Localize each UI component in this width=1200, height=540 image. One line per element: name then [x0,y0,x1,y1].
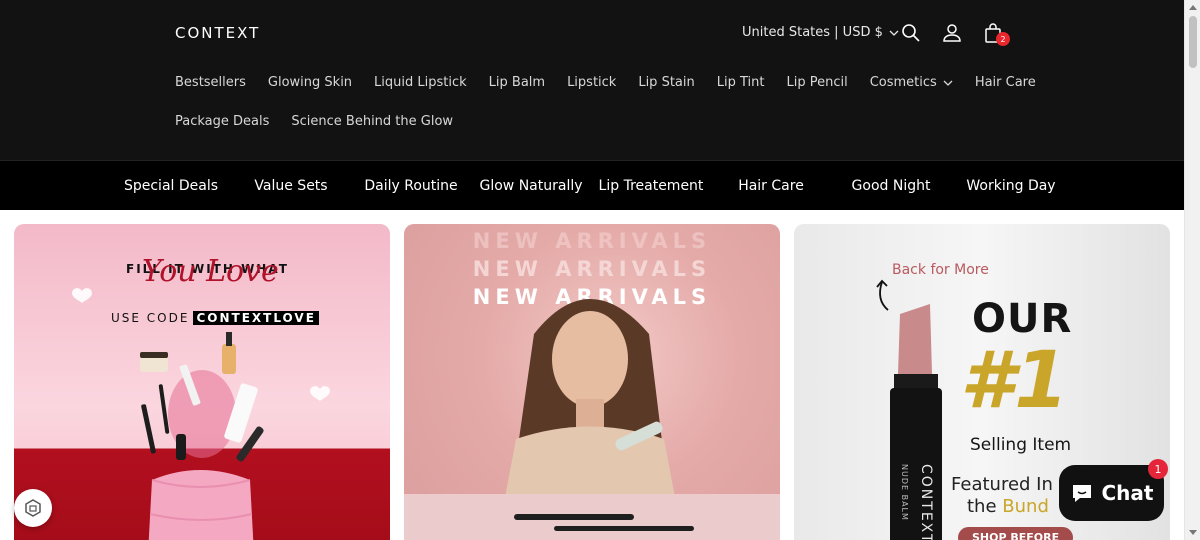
banner-number-one: #1 [960,336,1069,426]
nav-liquid-lipstick[interactable]: Liquid Lipstick [374,75,467,90]
rewards-widget-button[interactable] [14,489,52,527]
product-shade-text: NUDE BALM [900,464,909,521]
product-brand-text: CONTEXT [918,464,934,540]
site-logo[interactable]: CONTEXT [175,24,260,42]
cart-button[interactable]: 2 [980,20,1010,46]
chat-label: Chat [1101,481,1154,505]
locale-selector[interactable]: United States | USD $ [742,25,899,40]
user-icon [943,24,961,42]
banner-the-bundle: the Bund [967,496,1049,517]
nav-label: Lip Balm [488,75,546,90]
nav-hair-care[interactable]: Hair Care [975,75,1036,90]
nav-label: Science Behind the Glow [291,114,454,129]
nav-label: Hair Care [974,75,1036,90]
category-working-day[interactable]: Working Day [951,161,1071,211]
nav-label: Package Deals [175,114,270,129]
page: CONTEXT United States | USD $ 2 Bestsell… [0,0,1200,540]
category-bar: Special Deals Value Sets Daily Routine G… [0,160,1184,210]
nav-bestsellers[interactable]: Bestsellers [175,75,246,90]
locale-label: United States | USD $ [742,25,883,40]
banner-fill-it-with-love[interactable]: FILL IT WITH WHAT You Love USE CODE CONT… [14,224,390,540]
nav-lipstick[interactable]: Lipstick [567,75,616,90]
chat-unread-badge: 1 [1148,459,1168,479]
banner-new-arrivals[interactable]: NEW ARRIVALS NEW ARRIVALS NEW ARRIVALS [404,224,780,540]
search-icon [902,24,920,42]
nav-label: Lip Stain [638,75,695,90]
category-lip-treatement[interactable]: Lip Treatement [591,161,711,211]
cosmetics-bag-illustration [72,288,330,540]
shop-before-button[interactable]: SHOP BEFORE [958,527,1074,540]
scroll-up-arrow-icon[interactable] [1189,5,1197,10]
category-hair-care[interactable]: Hair Care [711,161,831,211]
nav-label: Cosmetics [869,75,937,90]
category-value-sets[interactable]: Value Sets [231,161,351,211]
category-special-deals[interactable]: Special Deals [111,161,231,211]
primary-nav-row-1: Bestsellers Glowing Skin Liquid Lipstick… [175,75,1058,90]
banner-selling-item: Selling Item [970,435,1072,455]
nav-science-behind-glow[interactable]: Science Behind the Glow [291,114,453,129]
nav-label: Glowing Skin [267,75,353,90]
bundle-word: Bund [1002,496,1049,517]
chat-bubble-icon [1072,485,1091,502]
banner-back-for-more: Back for More [892,262,989,278]
search-button[interactable] [898,20,924,46]
page-scrollbar[interactable] [1184,0,1200,540]
nav-label: Lipstick [567,75,617,90]
nav-lip-stain[interactable]: Lip Stain [638,75,694,90]
banner-featured-in: Featured In [951,474,1053,495]
chevron-down-icon [943,80,953,86]
nav-lip-tint[interactable]: Lip Tint [717,75,765,90]
category-daily-routine[interactable]: Daily Routine [351,161,471,211]
nav-label: Lip Pencil [786,75,848,90]
primary-nav-row-2: Package Deals Science Behind the Glow [175,114,475,129]
shopping-bag-badge-icon [25,499,41,517]
scroll-down-arrow-icon[interactable] [1189,530,1197,535]
category-glow-naturally[interactable]: Glow Naturally [471,161,591,211]
nav-label: Bestsellers [175,75,246,90]
nav-cosmetics[interactable]: Cosmetics [870,75,953,90]
nav-package-deals[interactable]: Package Deals [175,114,269,129]
nav-label: Liquid Lipstick [374,75,467,90]
nav-lip-pencil[interactable]: Lip Pencil [786,75,847,90]
category-good-night[interactable]: Good Night [831,161,951,211]
nav-glowing-skin[interactable]: Glowing Skin [268,75,352,90]
site-header: CONTEXT United States | USD $ 2 Bestsell… [0,0,1184,160]
model-photo [404,299,780,540]
nav-label: Lip Tint [716,75,765,90]
scrollbar-thumb[interactable] [1189,16,1197,68]
bundle-prefix: the [967,496,997,517]
nav-lip-balm[interactable]: Lip Balm [489,75,545,90]
account-button[interactable] [939,20,965,46]
cart-count-badge: 2 [996,32,1010,46]
